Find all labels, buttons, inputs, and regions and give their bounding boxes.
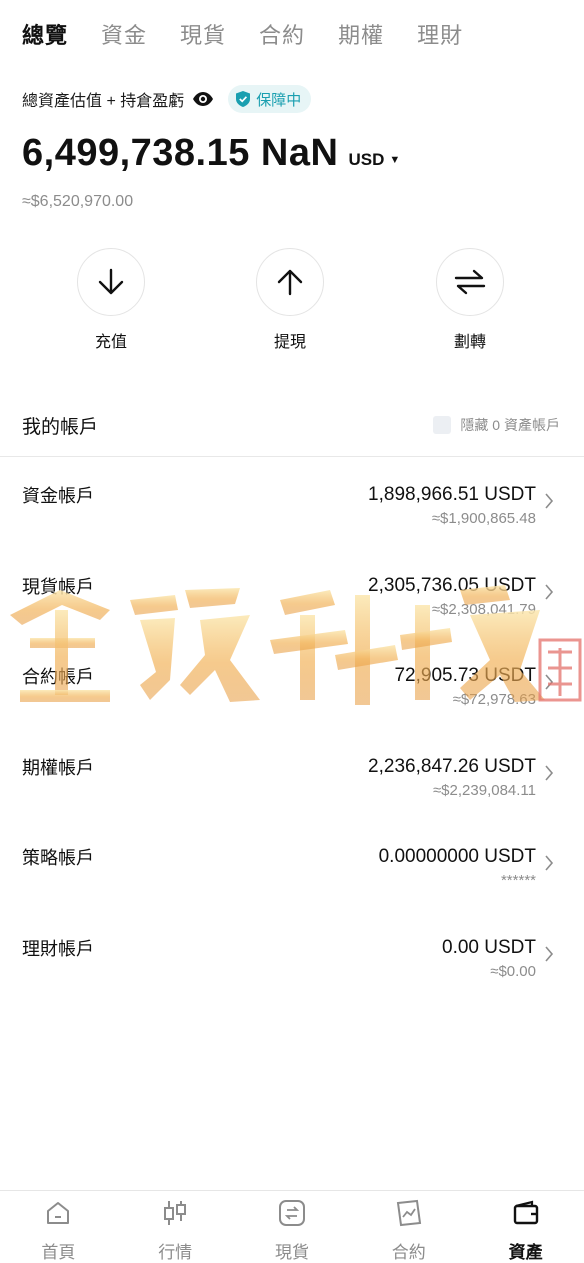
currency-selector[interactable]: USD ▼	[348, 150, 400, 170]
nav-home-label: 首頁	[41, 1243, 76, 1262]
account-approx: ≈$72,978.63	[452, 691, 536, 708]
arrow-up-icon	[256, 248, 324, 316]
account-name: 合約帳戶	[22, 667, 94, 687]
transfer-button[interactable]: 劃轉	[420, 248, 520, 352]
account-list: 資金帳戶 1,898,966.51 USDT ≈$1,900,865.48 現貨…	[0, 478, 584, 1021]
chevron-right-icon	[545, 855, 554, 871]
tab-options[interactable]: 期權	[338, 18, 384, 50]
nav-assets-label: 資產	[508, 1243, 543, 1262]
protection-badge-label: 保障中	[256, 91, 302, 109]
account-name: 理財帳戶	[22, 938, 94, 959]
withdraw-label: 提現	[273, 334, 306, 351]
section-divider	[0, 456, 584, 457]
chevron-right-icon	[545, 674, 554, 690]
account-row-funding[interactable]: 資金帳戶 1,898,966.51 USDT ≈$1,900,865.48	[0, 478, 584, 569]
tab-contract[interactable]: 合約	[259, 18, 305, 50]
tab-funding[interactable]: 資金	[101, 18, 147, 50]
account-amount: 72,905.73 USDT	[394, 665, 536, 686]
tab-spot[interactable]: 現貨	[180, 18, 226, 50]
candlestick-icon	[160, 1199, 190, 1227]
bottom-nav-bar: 首頁 行情 現貨 合約 資產	[0, 1190, 584, 1263]
account-approx: ≈$0.00	[490, 962, 536, 980]
transfer-icon	[436, 248, 504, 316]
account-row-contract[interactable]: 合約帳戶 72,905.73 USDT ≈$72,978.63	[0, 659, 584, 750]
total-asset-value: 6,499,738.15 NaN	[22, 132, 339, 174]
tab-overview[interactable]: 總覽	[22, 18, 68, 50]
nav-contract-label: 合約	[391, 1243, 426, 1262]
account-amount: 2,305,736.05 USDT	[368, 574, 536, 596]
account-row-options[interactable]: 期權帳戶 2,236,847.26 USDT ≈$2,239,084.11	[0, 750, 584, 841]
protection-badge[interactable]: 保障中	[228, 85, 312, 113]
account-approx: ******	[500, 872, 536, 889]
nav-contract[interactable]: 合約	[350, 1191, 467, 1263]
accounts-title: 我的帳戶	[22, 416, 99, 438]
top-tab-bar: 總覽 資金 現貨 合約 期權 理財	[22, 16, 574, 52]
account-row-strategy[interactable]: 策略帳戶 0.00000000 USDT ******	[0, 840, 584, 931]
nav-home[interactable]: 首頁	[0, 1191, 117, 1263]
account-amount: 0.00 USDT	[442, 936, 536, 958]
deposit-label: 充值	[94, 334, 127, 351]
caret-down-icon: ▼	[389, 154, 401, 166]
tab-wealth[interactable]: 理財	[417, 18, 463, 50]
chevron-right-icon	[545, 945, 554, 962]
nav-market-label: 行情	[158, 1243, 193, 1262]
account-row-wealth[interactable]: 理財帳戶 0.00 USDT ≈$0.00	[0, 931, 584, 1022]
quick-actions: 充值 提現 劃轉	[0, 248, 584, 358]
account-row-spot[interactable]: 現貨帳戶 2,305,736.05 USDT ≈$2,308,041.79	[0, 569, 584, 660]
total-approx-value: ≈$6,520,970.00	[22, 193, 134, 210]
account-amount: 2,236,847.26 USDT	[368, 755, 536, 777]
hide-zero-label: 隱藏 0 資產帳戶	[460, 417, 560, 433]
eye-icon[interactable]	[192, 91, 214, 107]
wallet-icon	[511, 1199, 541, 1227]
account-amount: 1,898,966.51 USDT	[368, 484, 536, 505]
account-amount: 0.00000000 USDT	[378, 846, 536, 867]
currency-label: USD	[348, 150, 385, 169]
nav-market[interactable]: 行情	[117, 1191, 234, 1263]
total-asset-label: 總資產估值 + 持倉盈虧	[22, 93, 185, 110]
total-value-row: 6,499,738.15 NaN USD ▼	[22, 132, 400, 182]
chevron-right-icon	[545, 493, 554, 509]
accounts-header: 我的帳戶 隱藏 0 資產帳戶	[22, 405, 560, 445]
shield-check-icon	[236, 91, 251, 107]
nav-spot-label: 現貨	[274, 1243, 309, 1262]
account-approx: ≈$2,239,084.11	[432, 781, 536, 799]
withdraw-button[interactable]: 提現	[240, 248, 340, 352]
account-name: 現貨帳戶	[22, 576, 94, 597]
hide-zero-checkbox[interactable]	[433, 416, 452, 434]
chevron-right-icon	[545, 764, 554, 781]
spot-exchange-icon	[277, 1199, 307, 1227]
arrow-down-icon	[77, 248, 145, 316]
hide-zero-accounts-toggle[interactable]: 隱藏 0 資產帳戶	[433, 415, 560, 435]
transfer-label: 劃轉	[453, 334, 486, 351]
nav-assets[interactable]: 資產	[467, 1191, 584, 1263]
account-approx: ≈$1,900,865.48	[431, 510, 536, 527]
account-name: 資金帳戶	[22, 486, 94, 506]
home-icon	[43, 1199, 73, 1227]
deposit-button[interactable]: 充值	[61, 248, 161, 352]
account-name: 期權帳戶	[22, 757, 94, 778]
asset-summary-row: 總資產估值 + 持倉盈虧 保障中	[22, 84, 312, 114]
nav-spot[interactable]: 現貨	[234, 1191, 351, 1263]
chevron-right-icon	[545, 583, 554, 600]
account-name: 策略帳戶	[22, 848, 94, 868]
account-approx: ≈$2,308,041.79	[431, 600, 536, 618]
contract-chart-icon	[394, 1199, 424, 1227]
